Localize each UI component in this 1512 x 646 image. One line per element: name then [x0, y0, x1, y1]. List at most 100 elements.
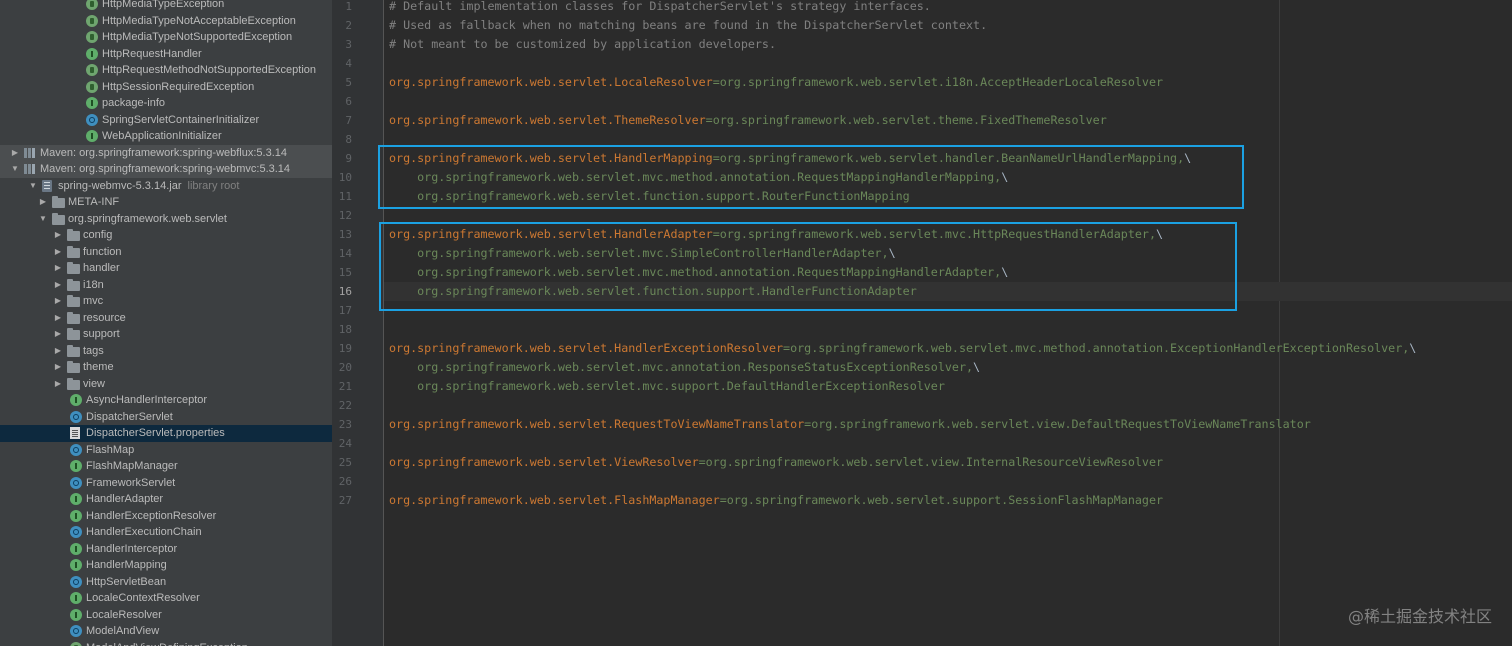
tree-item[interactable]: ▶ function — [0, 244, 332, 261]
code-line[interactable]: org.springframework.web.servlet.ViewReso… — [389, 453, 1163, 472]
tree-item[interactable]: HandlerExecutionChain — [0, 524, 332, 541]
tree-item[interactable]: ▶ theme — [0, 359, 332, 376]
code-line[interactable]: org.springframework.web.servlet.HandlerE… — [389, 339, 1416, 358]
tree-item-label: HttpMediaTypeNotSupportedException — [102, 31, 293, 43]
exception-icon — [86, 0, 98, 10]
tree-item-label: theme — [83, 361, 114, 373]
tree-item[interactable]: HttpMediaTypeNotSupportedException — [0, 29, 332, 46]
line-number: 16 — [338, 285, 352, 298]
tree-item[interactable]: ▶ i18n — [0, 277, 332, 294]
tree-item[interactable]: WebApplicationInitializer — [0, 128, 332, 145]
collapse-arrow-icon[interactable]: ▶ — [53, 260, 63, 277]
collapse-arrow-icon[interactable]: ▶ — [53, 343, 63, 360]
interface-icon — [70, 542, 82, 555]
line-number: 9 — [345, 152, 352, 165]
tree-item[interactable]: DispatcherServlet.properties — [0, 425, 332, 442]
tree-item[interactable]: AsyncHandlerInterceptor — [0, 392, 332, 409]
code-line[interactable]: org.springframework.web.servlet.RequestT… — [389, 415, 1311, 434]
tree-item[interactable]: ▶ support — [0, 326, 332, 343]
tree-item-label: FrameworkServlet — [86, 476, 176, 489]
code-line[interactable]: org.springframework.web.servlet.FlashMap… — [389, 491, 1163, 510]
tree-item[interactable]: ModelAndView — [0, 623, 332, 640]
code-line[interactable]: org.springframework.web.servlet.LocaleRe… — [389, 73, 1163, 92]
expand-arrow-icon[interactable]: ▼ — [10, 161, 20, 178]
tree-item-label: LocaleResolver — [86, 608, 162, 621]
collapse-arrow-icon[interactable]: ▶ — [10, 145, 20, 162]
tree-item[interactable]: HttpRequestHandler — [0, 46, 332, 63]
code-line[interactable]: org.springframework.web.servlet.mvc.supp… — [389, 377, 945, 396]
tree-item[interactable]: ▶ config — [0, 227, 332, 244]
tree-item-label: DispatcherServlet — [86, 410, 173, 423]
property-value: =org.springframework.web.servlet.support… — [719, 493, 1164, 507]
property-key: org.springframework.web.servlet.HandlerE… — [389, 341, 784, 355]
tree-item[interactable]: HttpServletBean — [0, 574, 332, 591]
interface-icon — [70, 608, 82, 621]
line-number: 21 — [338, 380, 352, 393]
project-tree-panel[interactable]: HttpMediaTypeException HttpMediaTypeNotAc… — [0, 0, 332, 646]
line-number: 14 — [338, 247, 352, 260]
line-number: 12 — [338, 209, 352, 222]
expand-arrow-icon[interactable]: ▼ — [38, 211, 48, 228]
code-line[interactable]: org.springframework.web.servlet.ThemeRes… — [389, 111, 1107, 130]
tree-item-label: AsyncHandlerInterceptor — [86, 394, 208, 406]
tree-item[interactable]: ▶ resource — [0, 310, 332, 327]
tree-item[interactable]: LocaleContextResolver — [0, 590, 332, 607]
tree-item[interactable]: ▼ org.springframework.web.servlet — [0, 211, 332, 228]
tree-item[interactable]: FrameworkServlet — [0, 475, 332, 492]
property-key: org.springframework.web.servlet.ViewReso… — [389, 455, 699, 469]
code-line[interactable]: # Not meant to be customized by applicat… — [389, 35, 776, 54]
collapse-arrow-icon[interactable]: ▶ — [38, 194, 48, 211]
tree-item[interactable]: ▼ spring-webmvc-5.3.14.jar library root — [0, 178, 332, 195]
folder-icon — [67, 295, 80, 307]
tree-item[interactable]: FlashMap — [0, 442, 332, 459]
collapse-arrow-icon[interactable]: ▶ — [53, 227, 63, 244]
tree-item-label: HttpRequestMethodNotSupportedException — [102, 64, 317, 76]
tree-item[interactable]: ▶ view — [0, 376, 332, 393]
code-line[interactable]: # Default implementation classes for Dis… — [389, 0, 931, 16]
tree-item[interactable]: HttpRequestMethodNotSupportedException — [0, 62, 332, 79]
collapse-arrow-icon[interactable]: ▶ — [53, 293, 63, 310]
tree-item[interactable]: HttpMediaTypeNotAcceptableException — [0, 13, 332, 30]
tree-item[interactable]: ▶ mvc — [0, 293, 332, 310]
tree-item[interactable]: ▶ handler — [0, 260, 332, 277]
tree-item[interactable]: ModelAndViewDefiningException — [0, 640, 332, 646]
tree-item[interactable]: HandlerAdapter — [0, 491, 332, 508]
collapse-arrow-icon[interactable]: ▶ — [53, 326, 63, 343]
line-number: 18 — [338, 323, 352, 336]
tree-item[interactable]: HttpSessionRequiredException — [0, 79, 332, 96]
tree-item-label: ModelAndViewDefiningException — [86, 640, 248, 646]
line-number: 23 — [338, 418, 352, 431]
tree-item[interactable]: DispatcherServlet — [0, 409, 332, 426]
collapse-arrow-icon[interactable]: ▶ — [53, 376, 63, 393]
tree-item-label: mvc — [83, 295, 104, 307]
expand-arrow-icon[interactable]: ▼ — [28, 178, 38, 195]
collapse-arrow-icon[interactable]: ▶ — [53, 277, 63, 294]
tree-item[interactable]: ▶ tags — [0, 343, 332, 360]
tree-item[interactable]: HandlerInterceptor — [0, 541, 332, 558]
tree-item[interactable]: HandlerExceptionResolver — [0, 508, 332, 525]
tree-item[interactable]: ▼ Maven: org.springframework:spring-webmv… — [0, 161, 332, 178]
library-icon — [24, 163, 36, 175]
interface-icon — [70, 592, 82, 604]
code-line[interactable]: # Used as fallback when no matching bean… — [389, 16, 987, 35]
collapse-arrow-icon[interactable]: ▶ — [53, 244, 63, 261]
tree-item[interactable]: ▶ META-INF — [0, 194, 332, 211]
class-icon — [70, 625, 82, 637]
tree-item[interactable]: HttpMediaTypeException — [0, 0, 332, 13]
tree-item[interactable]: HandlerMapping — [0, 557, 332, 574]
exception-icon — [86, 31, 98, 43]
code-editor[interactable] — [384, 0, 1512, 646]
tree-item[interactable]: ▶ Maven: org.springframework:spring-webfl… — [0, 144, 332, 162]
folder-icon — [67, 361, 80, 373]
collapse-arrow-icon[interactable]: ▶ — [53, 310, 63, 327]
tree-item[interactable]: FlashMapManager — [0, 458, 332, 475]
tree-item[interactable]: LocaleResolver — [0, 607, 332, 624]
interface-icon — [70, 559, 82, 571]
code-line[interactable]: org.springframework.web.servlet.mvc.anno… — [389, 358, 980, 377]
tree-item-label: support — [83, 328, 120, 340]
folder-icon — [52, 196, 65, 208]
exception-icon — [86, 64, 98, 76]
collapse-arrow-icon[interactable]: ▶ — [53, 359, 63, 376]
tree-item[interactable]: SpringServletContainerInitializer — [0, 112, 332, 129]
tree-item[interactable]: package-info — [0, 95, 332, 112]
